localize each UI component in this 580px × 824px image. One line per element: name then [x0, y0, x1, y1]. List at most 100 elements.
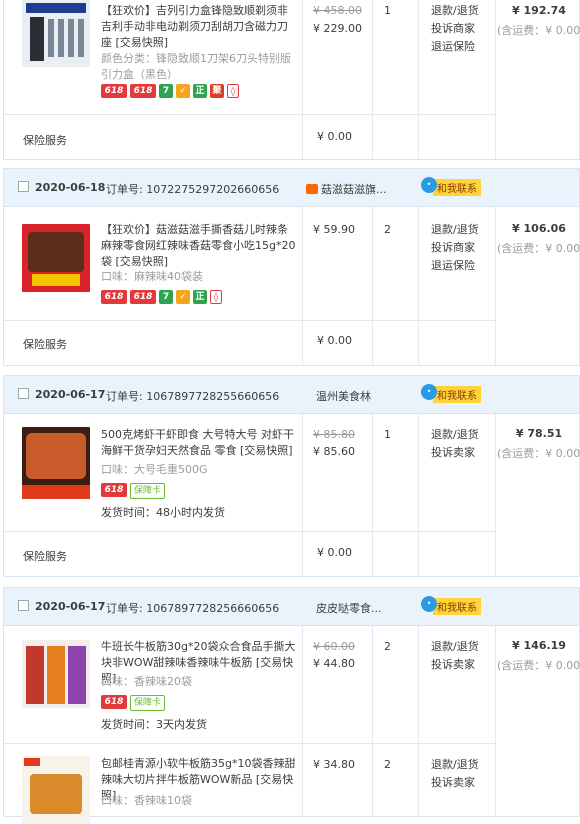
- order-date: 2020-06-18: [35, 181, 106, 194]
- shield-icon: ◊: [210, 290, 222, 304]
- return-insurance-link[interactable]: 退运保险: [431, 38, 479, 56]
- insurance-card-tag: 保障卡: [130, 695, 166, 711]
- product-thumbnail[interactable]: [22, 224, 90, 292]
- product-thumbnail[interactable]: [22, 427, 90, 499]
- product-title-link[interactable]: 【狂欢价】吉列引力盒锋隐致顺剃须非吉利手动非电动剃须刀刮胡刀含磁力刀座 [交易快…: [101, 3, 296, 51]
- genuine-tag: 正: [193, 290, 207, 304]
- shipping-fee: (含运费：¥ 0.00): [497, 447, 580, 460]
- product-option: 口味：香辣味10袋: [101, 794, 192, 807]
- order-date: 2020-06-17: [35, 600, 106, 613]
- order-card: 2020-06-17 订单号: 1067897728256660656 皮皮哒零…: [3, 587, 580, 824]
- order-checkbox[interactable]: [18, 600, 29, 611]
- refund-link[interactable]: 退款/退货: [431, 2, 479, 20]
- chat-icon: •: [421, 384, 437, 400]
- order-date: 2020-06-17: [35, 388, 106, 401]
- chat-icon: •: [421, 177, 437, 193]
- complain-seller-link[interactable]: 投诉卖家: [431, 656, 479, 674]
- insurance-price: ¥ 0.00: [317, 546, 352, 559]
- quantity: 2: [384, 640, 391, 653]
- genuine-tag: 正: [193, 84, 207, 98]
- insurance-label: 保险服务: [23, 134, 67, 147]
- product-thumbnail[interactable]: [22, 640, 90, 708]
- order-total: ¥ 146.19 (含运费：¥ 0.00): [497, 639, 580, 673]
- return-insurance-link[interactable]: 退运保险: [431, 257, 479, 275]
- quantity: 1: [384, 4, 391, 17]
- order-total: ¥ 78.51 (含运费：¥ 0.00): [497, 427, 580, 461]
- order-total: ¥ 192.74 (含运费：¥ 0.00): [497, 4, 580, 38]
- certified-tag: 聚: [210, 84, 224, 98]
- shop-link[interactable]: 皮皮哒零食...: [316, 600, 382, 616]
- order-actions: 退款/退货 投诉卖家: [431, 426, 479, 462]
- original-price: ¥ 458.00: [313, 4, 362, 17]
- service-tags: 618 618 7 ✓ 正 ◊: [101, 290, 225, 306]
- unit-price: ¥ 34.80: [313, 758, 355, 771]
- order-number: 订单号: 1072275297202660656: [106, 183, 280, 196]
- chat-icon: •: [421, 596, 437, 612]
- order-number: 订单号: 1067897728255660656: [106, 390, 280, 403]
- promo-618-tag: 618: [101, 290, 127, 304]
- shipping-fee: (含运费：¥ 0.00): [497, 242, 580, 255]
- product-option: 口味：大号毛重500G: [101, 463, 208, 476]
- order-number: 订单号: 1067897728256660656: [106, 602, 280, 615]
- ship-time: 发货时间：3天内发货: [101, 718, 207, 731]
- insurance-card-tag: 保障卡: [130, 483, 166, 499]
- refund-link[interactable]: 退款/退货: [431, 221, 479, 239]
- total-amount: ¥ 78.51: [515, 427, 563, 440]
- insurance-label: 保险服务: [23, 550, 67, 563]
- product-thumbnail[interactable]: [22, 0, 90, 67]
- complain-seller-link[interactable]: 投诉卖家: [431, 444, 479, 462]
- order-total: ¥ 106.06 (含运费：¥ 0.00): [497, 222, 580, 256]
- seven-day-return-tag: 7: [159, 84, 173, 98]
- order-actions: 退款/退货 投诉卖家: [431, 756, 479, 792]
- product-thumbnail[interactable]: [22, 756, 90, 824]
- product-option: 颜色分类：锋隐致顺1刀架6刀头特别版引力盒（黑色）: [101, 52, 291, 81]
- complain-seller-link[interactable]: 投诉卖家: [431, 774, 479, 792]
- order-checkbox[interactable]: [18, 181, 29, 192]
- complain-shop-link[interactable]: 投诉商家: [431, 20, 479, 38]
- promo-618-tag: 618: [101, 695, 127, 709]
- refund-link[interactable]: 退款/退货: [431, 756, 479, 774]
- tmall-icon: [306, 184, 318, 194]
- product-option: 口味：麻辣味40袋装: [101, 270, 203, 283]
- order-header: 2020-06-17 订单号: 1067897728256660656 皮皮哒零…: [4, 588, 579, 626]
- service-tags: 618 保障卡: [101, 483, 168, 499]
- refund-link[interactable]: 退款/退货: [431, 638, 479, 656]
- product-option: 口味：香辣味20袋: [101, 675, 192, 688]
- unit-price: ¥ 85.60: [313, 445, 355, 458]
- insurance-price: ¥ 0.00: [317, 130, 352, 143]
- shield-icon: ◊: [227, 84, 239, 98]
- shipping-fee: (含运费：¥ 0.00): [497, 659, 580, 672]
- shop-link[interactable]: 菇滋菇滋旗...: [306, 181, 387, 197]
- medal-icon: ✓: [176, 84, 190, 98]
- order-checkbox[interactable]: [18, 388, 29, 399]
- medal-icon: ✓: [176, 290, 190, 304]
- original-price: ¥ 85.80: [313, 428, 355, 441]
- order-card: 2020-06-18 订单号: 1072275297202660656 菇滋菇滋…: [3, 168, 580, 366]
- shop-link[interactable]: 温州美食林: [316, 388, 371, 404]
- product-title-link[interactable]: 【狂欢价】菇滋菇滋手撕香菇儿时辣条麻辣零食网红辣味香菇零食小吃15g*20袋 […: [101, 222, 296, 270]
- shipping-fee: (含运费：¥ 0.00): [497, 24, 580, 37]
- original-price: ¥ 60.00: [313, 640, 355, 653]
- service-tags: 618 保障卡: [101, 695, 168, 711]
- insurance-price: ¥ 0.00: [317, 334, 352, 347]
- order-actions: 退款/退货 投诉卖家: [431, 638, 479, 674]
- promo-618-tag: 618: [130, 290, 156, 304]
- insurance-label: 保险服务: [23, 338, 67, 351]
- order-card: 2020-06-17 订单号: 1067897728255660656 温州美食…: [3, 375, 580, 577]
- refund-link[interactable]: 退款/退货: [431, 426, 479, 444]
- quantity: 2: [384, 758, 391, 771]
- order-header: 2020-06-17 订单号: 1067897728255660656 温州美食…: [4, 376, 579, 414]
- product-title-link[interactable]: 500克烤虾干虾即食 大号特大号 对虾干海鲜干货孕妇天然食品 零食 [交易快照]: [101, 427, 296, 459]
- total-amount: ¥ 192.74: [512, 4, 566, 17]
- total-amount: ¥ 106.06: [512, 222, 566, 235]
- quantity: 2: [384, 223, 391, 236]
- promo-618-tag: 618: [130, 84, 156, 98]
- order-header: 2020-06-18 订单号: 1072275297202660656 菇滋菇滋…: [4, 169, 579, 207]
- unit-price: ¥ 44.80: [313, 657, 355, 670]
- complain-shop-link[interactable]: 投诉商家: [431, 239, 479, 257]
- promo-618-tag: 618: [101, 483, 127, 497]
- promo-618-tag: 618: [101, 84, 127, 98]
- order-actions: 退款/退货 投诉商家 退运保险: [431, 2, 479, 56]
- service-tags: 618 618 7 ✓ 正聚 ◊: [101, 84, 242, 100]
- order-actions: 退款/退货 投诉商家 退运保险: [431, 221, 479, 275]
